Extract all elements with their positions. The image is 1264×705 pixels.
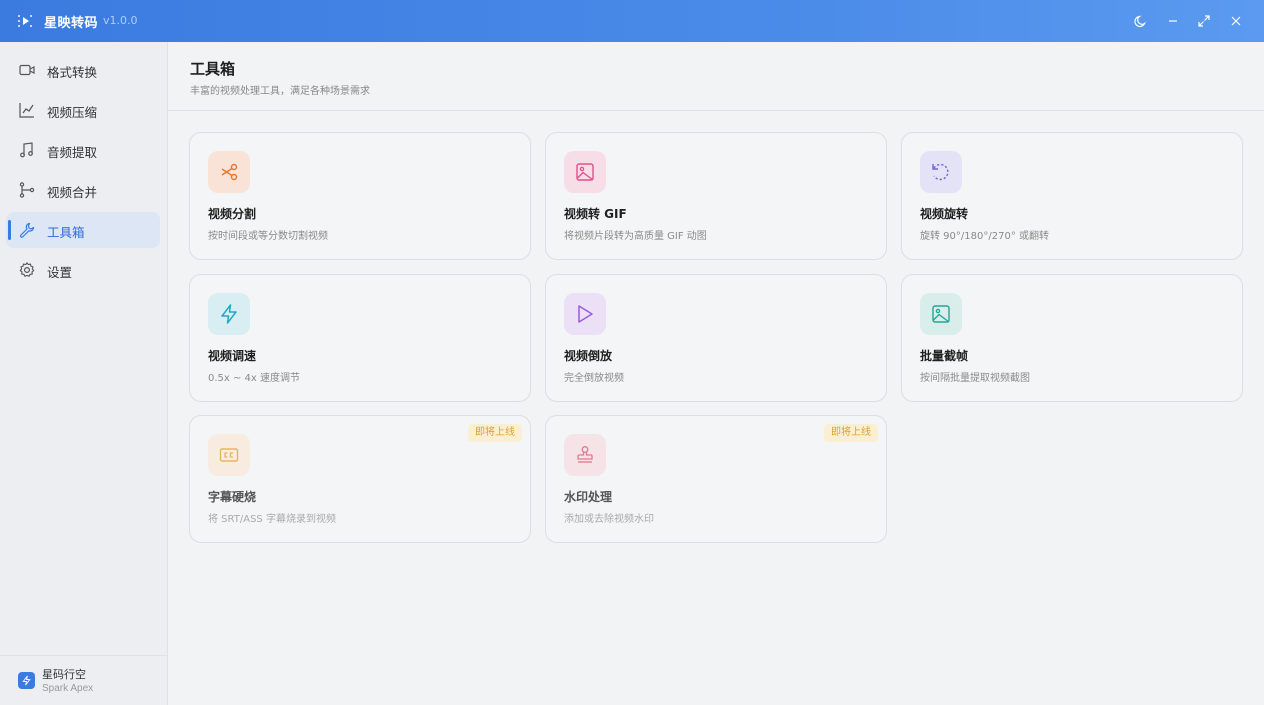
minimize-icon[interactable] (1163, 11, 1183, 31)
lightning-icon (208, 293, 250, 335)
app-name: 星映转码 (44, 16, 99, 31)
scissors-icon (208, 151, 250, 193)
tool-card-video-rotate[interactable]: 视频旋转 旋转 90°/180°/270° 或翻转 (901, 132, 1243, 260)
coming-soon-badge: 即将上线 (824, 424, 878, 442)
stamp-icon (564, 434, 606, 476)
tool-title: 视频调速 (208, 349, 257, 363)
sidebar-item-label: 设置 (47, 265, 73, 280)
tool-description: 添加或去除视频水印 (564, 514, 654, 525)
sidebar-item-format-convert[interactable]: 格式转换 (6, 52, 160, 88)
dark-mode-toggle-moon-icon[interactable] (1131, 11, 1151, 31)
tool-card-subtitle-burn[interactable]: 即将上线 字幕硬烧 将 SRT/ASS 字幕烧录到视频 (189, 415, 531, 543)
sidebar-item-video-merge[interactable]: 视频合并 (6, 172, 160, 208)
tool-title: 批量截帧 (920, 349, 969, 363)
gear-icon (18, 261, 36, 279)
app-version: v1.0.0 (103, 14, 138, 27)
title-bar: 星映转码 v1.0.0 (0, 0, 1264, 42)
page-header: 工具箱 丰富的视频处理工具，满足各种场景需求 (168, 42, 1264, 111)
sidebar-item-label: 视频合并 (47, 185, 98, 200)
coming-soon-badge: 即将上线 (468, 424, 522, 442)
brand-lightning-icon (18, 672, 35, 689)
sidebar-footer: 星码行空 Spark Apex (0, 655, 167, 705)
tool-title: 视频分割 (208, 207, 257, 221)
page-subtitle: 丰富的视频处理工具，满足各种场景需求 (190, 86, 370, 97)
tool-title: 视频旋转 (920, 207, 969, 221)
video-camera-icon (18, 61, 36, 79)
tool-description: 0.5x ~ 4x 速度调节 (208, 373, 301, 384)
tool-card-batch-frames[interactable]: 批量截帧 按间隔批量提取视频截图 (901, 274, 1243, 402)
sidebar-item-label: 视频压缩 (47, 105, 98, 120)
tool-title: 水印处理 (564, 490, 613, 504)
sidebar-item-label: 工具箱 (47, 225, 85, 240)
sidebar: 格式转换 视频压缩 音频提取 视频合并 工具箱 设置 星码行空 Spark Ap… (0, 42, 168, 705)
tool-description: 按间隔批量提取视频截图 (920, 373, 1030, 384)
sidebar-item-toolbox[interactable]: 工具箱 (6, 212, 160, 248)
tool-card-video-to-gif[interactable]: 视频转 GIF 将视频片段转为高质量 GIF 动图 (545, 132, 887, 260)
tool-title: 字幕硬烧 (208, 490, 257, 504)
tool-title: 视频转 GIF (564, 207, 627, 221)
image-icon (920, 293, 962, 335)
tool-description: 旋转 90°/180°/270° 或翻转 (920, 231, 1049, 242)
sidebar-item-label: 格式转换 (47, 65, 98, 80)
tool-description: 按时间段或等分数切割视频 (208, 231, 328, 242)
music-note-icon (18, 141, 36, 159)
tool-title: 视频倒放 (564, 349, 613, 363)
tool-card-video-speed[interactable]: 视频调速 0.5x ~ 4x 速度调节 (189, 274, 531, 402)
image-icon (564, 151, 606, 193)
sidebar-item-label: 音频提取 (47, 145, 98, 160)
tool-description: 将视频片段转为高质量 GIF 动图 (564, 231, 707, 242)
app-logo-icon (16, 12, 34, 30)
brand-subtitle: Spark Apex (42, 683, 94, 694)
page-title: 工具箱 (190, 60, 236, 78)
tool-card-video-reverse[interactable]: 视频倒放 完全倒放视频 (545, 274, 887, 402)
tool-description: 将 SRT/ASS 字幕烧录到视频 (208, 514, 336, 525)
tool-card-watermark[interactable]: 即将上线 水印处理 添加或去除视频水印 (545, 415, 887, 543)
sidebar-item-video-compress[interactable]: 视频压缩 (6, 92, 160, 128)
close-icon[interactable] (1226, 11, 1246, 31)
tool-description: 完全倒放视频 (564, 373, 624, 384)
tool-card-video-split[interactable]: 视频分割 按时间段或等分数切割视频 (189, 132, 531, 260)
brand-name: 星码行空 (42, 668, 86, 681)
main-content: 工具箱 丰富的视频处理工具，满足各种场景需求 视频分割 按时间段或等分数切割视频… (168, 42, 1264, 705)
maximize-icon[interactable] (1194, 11, 1214, 31)
rotate-icon (920, 151, 962, 193)
cc-icon (208, 434, 250, 476)
compress-icon (18, 101, 36, 119)
sidebar-item-settings[interactable]: 设置 (6, 252, 160, 288)
merge-icon (18, 181, 36, 199)
play-icon (564, 293, 606, 335)
wrench-icon (18, 221, 36, 239)
sidebar-item-audio-extract[interactable]: 音频提取 (6, 132, 160, 168)
